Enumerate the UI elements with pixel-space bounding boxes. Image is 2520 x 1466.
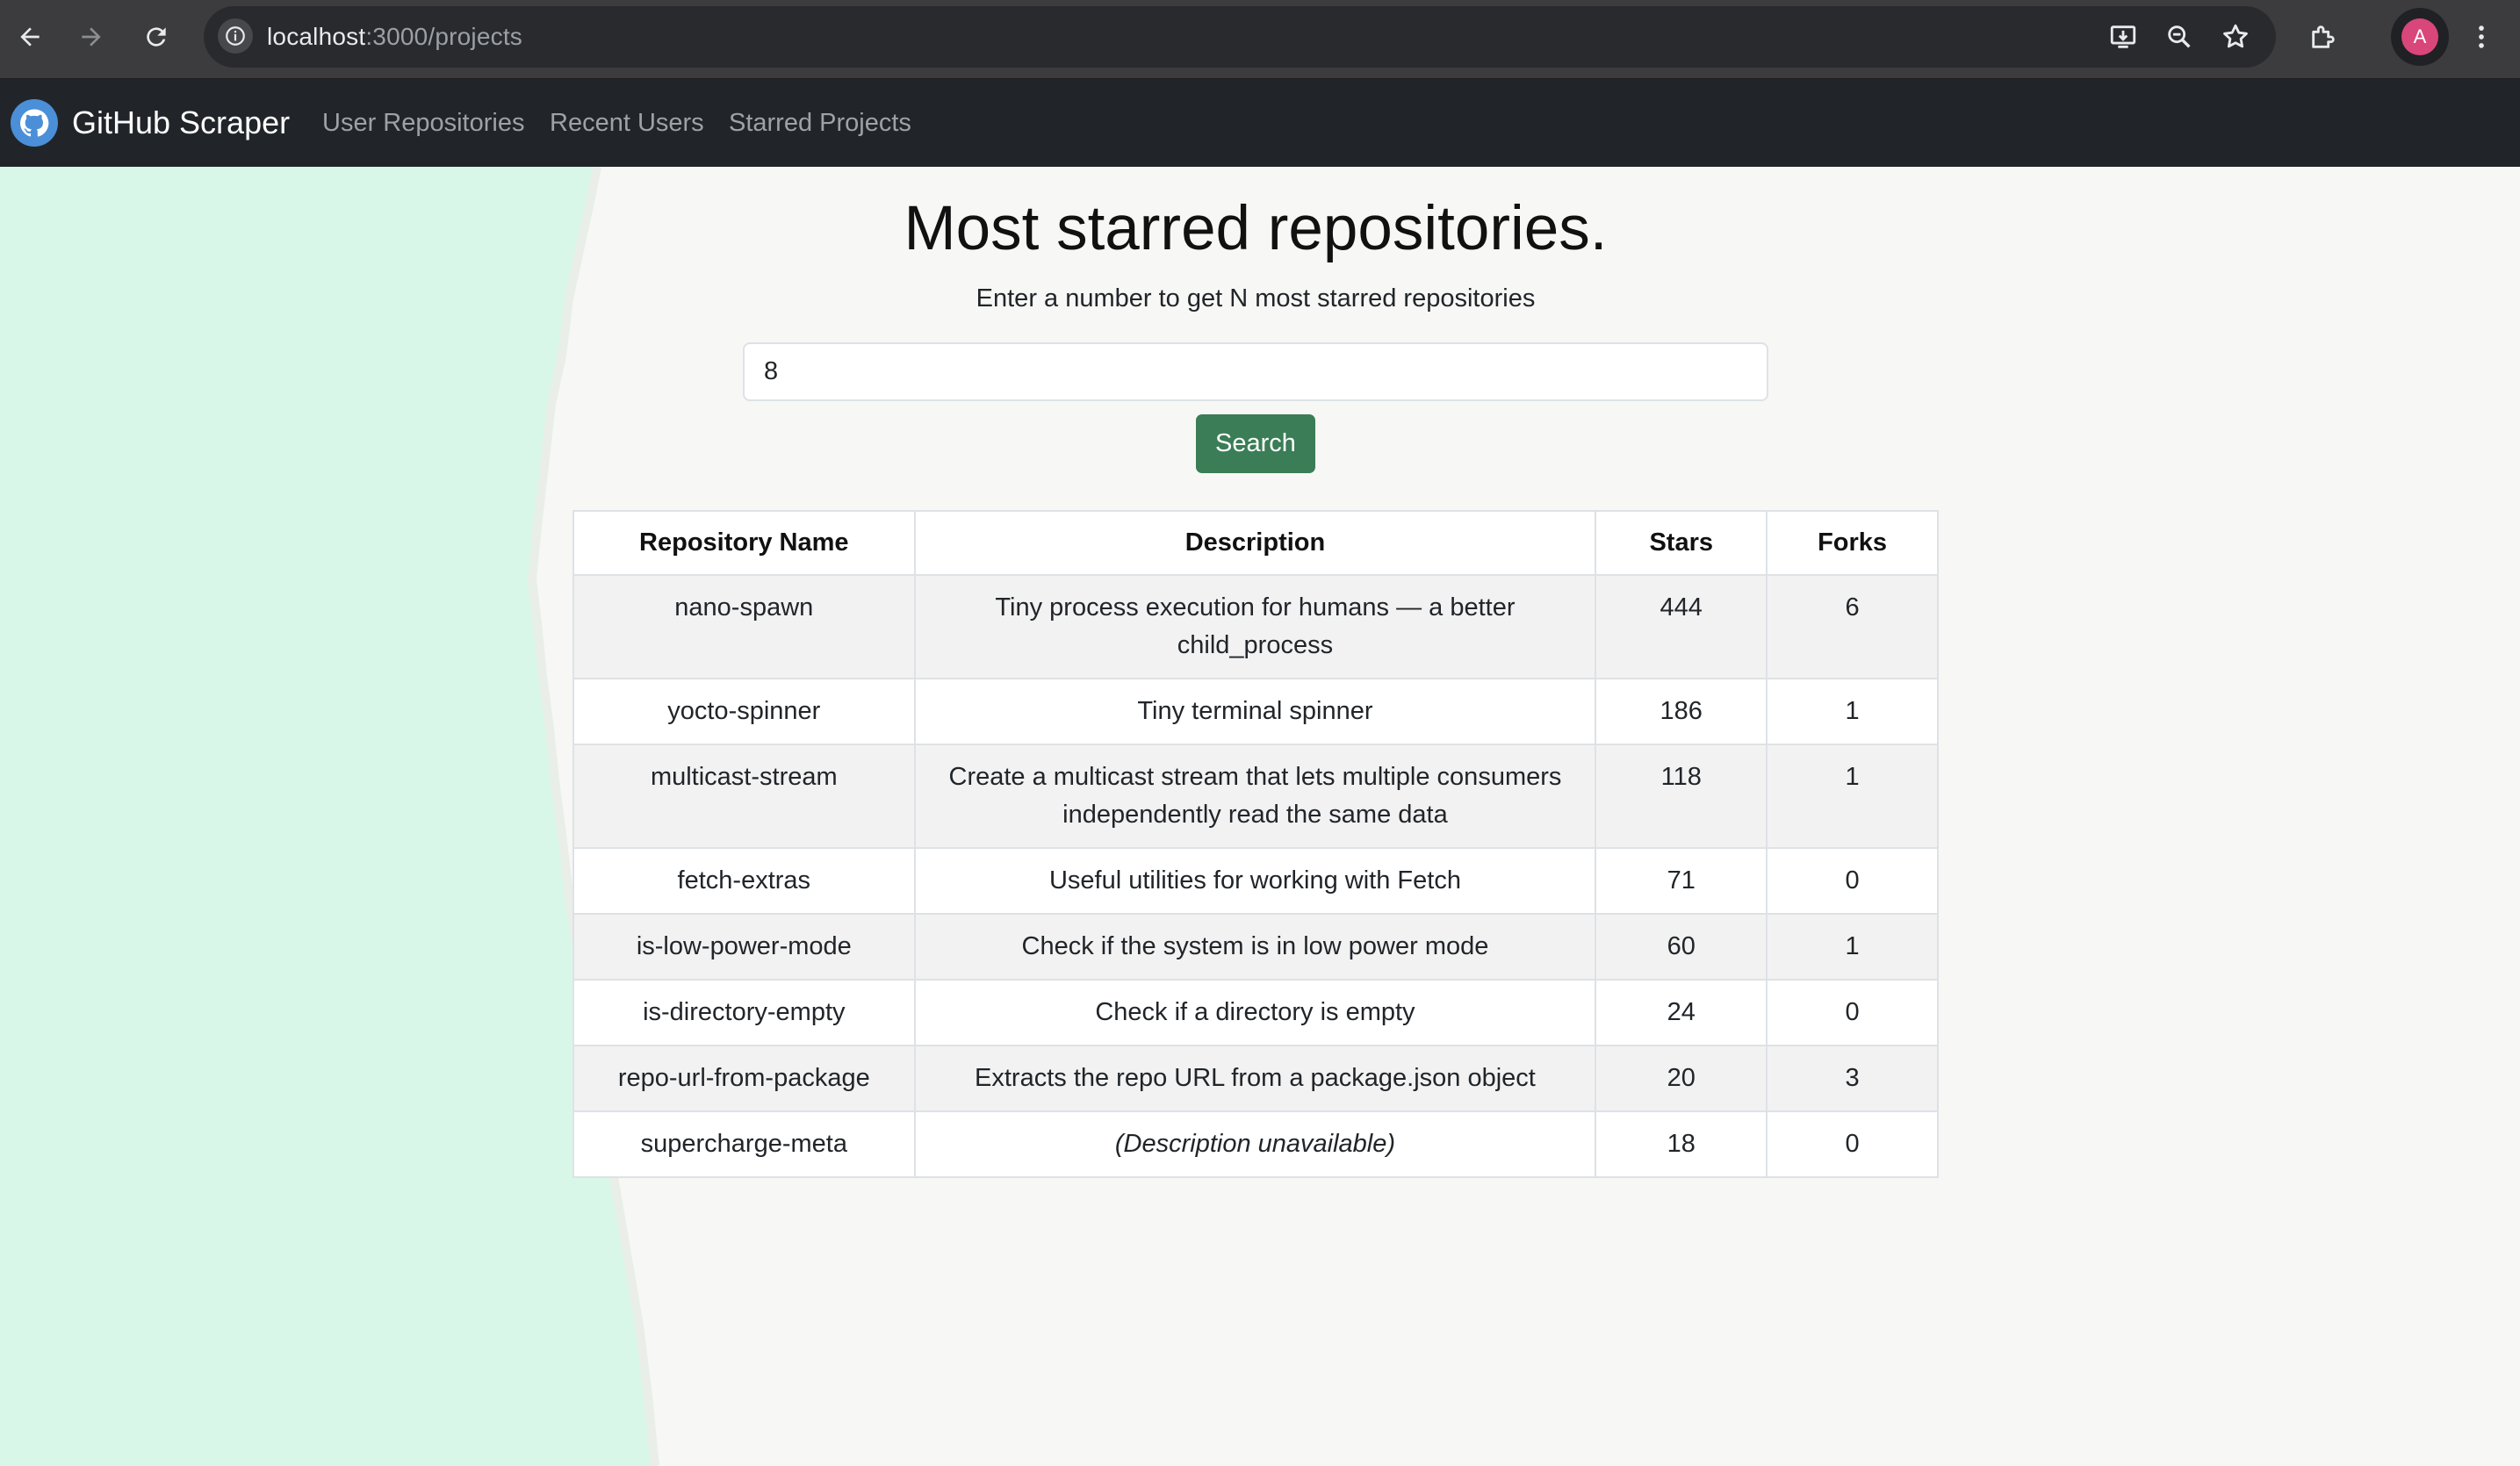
repo-forks-cell: 6 — [1766, 574, 1939, 679]
table-header-row: Repository Name Description Stars Forks — [572, 510, 1939, 576]
repo-name-cell: is-directory-empty — [572, 979, 916, 1046]
address-bar[interactable]: localhost:3000/projects — [204, 6, 2276, 68]
more-menu-icon[interactable] — [2462, 18, 2501, 56]
repo-count-input[interactable] — [743, 342, 1768, 401]
nav-link-starred-projects[interactable]: Starred Projects — [729, 79, 911, 167]
repo-forks-cell: 3 — [1766, 1045, 1939, 1112]
repo-description-cell: Tiny process execution for humans — a be… — [913, 574, 1597, 679]
repo-stars-cell: 186 — [1595, 678, 1768, 745]
table-row: repo-url-from-package Extracts the repo … — [572, 1045, 1939, 1112]
brand-link[interactable]: GitHub Scraper — [11, 79, 290, 167]
repo-forks-cell: 1 — [1766, 744, 1939, 849]
column-header-repository-name: Repository Name — [572, 510, 916, 576]
column-header-forks: Forks — [1766, 510, 1939, 576]
repo-forks-cell: 0 — [1766, 847, 1939, 915]
page-title: Most starred repositories. — [904, 194, 1608, 263]
nav-link-recent-users[interactable]: Recent Users — [550, 79, 704, 167]
repo-name-cell: supercharge-meta — [572, 1110, 916, 1178]
table-row: is-directory-empty Check if a directory … — [572, 979, 1939, 1046]
nav-link-user-repositories[interactable]: User Repositories — [322, 79, 524, 167]
table-row: yocto-spinner Tiny terminal spinner 186 … — [572, 678, 1939, 745]
install-app-icon[interactable] — [2104, 18, 2142, 56]
profile-button[interactable]: A — [2391, 8, 2449, 66]
repo-name-cell: nano-spawn — [572, 574, 916, 679]
table-row: supercharge-meta (Description unavailabl… — [572, 1110, 1939, 1178]
app-navbar: GitHub Scraper User Repositories Recent … — [0, 79, 2520, 167]
back-button[interactable] — [5, 12, 54, 61]
zoom-icon[interactable] — [2160, 18, 2199, 56]
avatar: A — [2401, 18, 2438, 55]
table-row: fetch-extras Useful utilities for workin… — [572, 847, 1939, 915]
url-text: localhost:3000/projects — [267, 23, 523, 50]
repo-description-cell: Check if a directory is empty — [913, 979, 1597, 1046]
repo-description-cell: Create a multicast stream that lets mult… — [913, 744, 1597, 849]
repo-description-cell: Extracts the repo URL from a package.jso… — [913, 1045, 1597, 1112]
page-subtitle: Enter a number to get N most starred rep… — [976, 284, 1536, 313]
repo-forks-cell: 1 — [1766, 913, 1939, 981]
reload-icon — [147, 27, 166, 47]
repo-forks-cell: 1 — [1766, 678, 1939, 745]
browser-toolbar: localhost:3000/projects A — [0, 0, 2520, 78]
repo-name-cell: repo-url-from-package — [572, 1045, 916, 1112]
reload-button[interactable] — [132, 12, 181, 61]
arrow-right-icon — [82, 27, 101, 47]
extensions-puzzle-icon[interactable] — [2304, 18, 2343, 56]
repo-description-cell: (Description unavailable) — [913, 1110, 1597, 1178]
repo-name-cell: yocto-spinner — [572, 678, 916, 745]
brand-name: GitHub Scraper — [72, 104, 291, 140]
repo-forks-cell: 0 — [1766, 979, 1939, 1046]
repo-stars-cell: 444 — [1595, 574, 1768, 679]
repo-name-cell: is-low-power-mode — [572, 913, 916, 981]
table-row: multicast-stream Create a multicast stre… — [572, 744, 1939, 849]
repo-description-cell: Useful utilities for working with Fetch — [913, 847, 1597, 915]
repo-description-cell: Tiny terminal spinner — [913, 678, 1597, 745]
table-row: nano-spawn Tiny process execution for hu… — [572, 574, 1939, 679]
repo-stars-cell: 60 — [1595, 913, 1768, 981]
github-logo-icon — [11, 99, 58, 147]
repo-stars-cell: 118 — [1595, 744, 1768, 849]
repositories-table: Repository Name Description Stars Forks … — [572, 510, 1939, 1178]
arrow-left-icon — [20, 27, 40, 47]
repo-name-cell: multicast-stream — [572, 744, 916, 849]
table-row: is-low-power-mode Check if the system is… — [572, 913, 1939, 981]
repo-stars-cell: 18 — [1595, 1110, 1768, 1178]
column-header-stars: Stars — [1595, 510, 1768, 576]
search-button[interactable]: Search — [1196, 414, 1315, 473]
site-info-icon[interactable] — [218, 18, 253, 54]
bookmark-star-icon[interactable] — [2216, 18, 2255, 56]
repo-stars-cell: 71 — [1595, 847, 1768, 915]
repo-name-cell: fetch-extras — [572, 847, 916, 915]
forward-button[interactable] — [67, 12, 116, 61]
column-header-description: Description — [913, 510, 1597, 576]
repo-stars-cell: 24 — [1595, 979, 1768, 1046]
repo-description-cell: Check if the system is in low power mode — [913, 913, 1597, 981]
repo-forks-cell: 0 — [1766, 1110, 1939, 1178]
repo-stars-cell: 20 — [1595, 1045, 1768, 1112]
